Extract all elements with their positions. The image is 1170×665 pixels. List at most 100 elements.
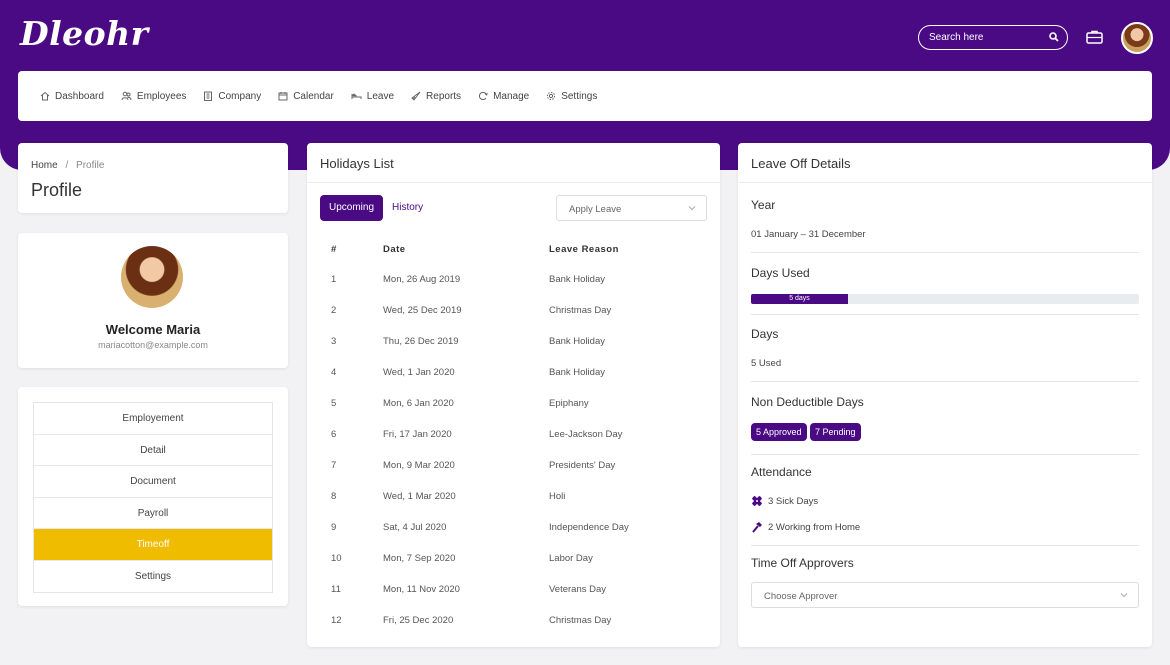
non-deductible-label: Non Deductible Days [751,395,864,409]
holidays-card: Holidays List Upcoming History Apply Lea… [307,143,720,647]
tab-upcoming[interactable]: Upcoming [320,195,383,221]
pending-badge[interactable]: 7 Pending [810,423,861,441]
chevron-down-icon [688,206,696,211]
table-cell-reason: Christmas Day [549,615,612,626]
main-nav: Dashboard Employees Company Calendar Lea… [18,71,1152,121]
table-cell-reason: Veterans Day [549,584,607,595]
nav-item-label: Calendar [293,90,334,102]
days-used-label: Days Used [751,266,810,280]
table-cell-date: Mon, 11 Nov 2020 [383,584,460,595]
days-used-bar: 5 days [751,294,848,304]
refresh-icon [479,91,488,101]
days-label: Days [751,327,779,341]
breadcrumb-current: Profile [76,160,105,171]
table-cell-date: Fri, 17 Jan 2020 [383,429,452,440]
page-title: Profile [31,180,83,200]
column-header-reason: Leave Reason [549,244,619,255]
nav-item-manage[interactable]: Manage [478,91,529,102]
holidays-title: Holidays List [307,143,720,183]
users-icon [121,91,132,101]
table-cell-reason: Epiphany [549,398,589,409]
nav-item-settings[interactable]: Settings [546,91,597,102]
apply-leave-select[interactable]: Apply Leave [556,195,707,221]
menu-item-detail[interactable]: Detail [34,435,272,466]
nav-item-label: Dashboard [55,90,104,102]
table-cell-date: Thu, 26 Dec 2019 [383,336,459,347]
table-cell-reason: Labor Day [549,553,593,564]
leave-details-card: Leave Off Details Year 01 January – 31 D… [738,143,1152,647]
table-cell-date: Sat, 4 Jul 2020 [383,522,447,533]
nav-item-employees[interactable]: Employees [121,91,186,102]
building-icon [204,91,213,101]
app-logo[interactable]: Dleohr [20,14,149,53]
table-cell-date: Fri, 25 Dec 2020 [383,615,454,626]
table-cell-date: Mon, 7 Sep 2020 [383,553,456,564]
table-cell-num: 3 [331,336,337,347]
search-input[interactable]: Search here [918,25,1068,50]
table-cell-num: 2 [331,305,337,316]
nav-item-label: Settings [561,90,598,102]
bed-icon [351,93,362,99]
breadcrumb-separator: / [65,160,69,171]
sick-days-row: 3 Sick Days [751,495,818,507]
nav-item-dashboard[interactable]: Dashboard [40,91,104,102]
table-cell-date: Mon, 9 Mar 2020 [383,460,455,471]
table-cell-num: 9 [331,522,337,533]
nav-item-label: Leave [366,90,395,102]
table-cell-num: 5 [331,398,337,409]
approved-badge[interactable]: 5 Approved [751,423,807,441]
column-header-date: Date [383,244,406,255]
nav-item-calendar[interactable]: Calendar [278,91,334,102]
divider [751,454,1139,455]
divider [751,252,1139,253]
table-cell-date: Wed, 1 Mar 2020 [383,491,456,502]
table-cell-reason: Bank Holiday [549,274,605,285]
table-cell-num: 4 [331,367,337,378]
leave-title: Leave Off Details [738,143,1152,183]
days-value: 5 Used [751,358,782,369]
table-cell-reason: Holi [549,491,566,502]
briefcase-icon[interactable] [1086,30,1103,47]
attendance-label: Attendance [751,465,812,479]
table-cell-num: 8 [331,491,337,502]
menu-item-settings[interactable]: Settings [34,561,272,593]
table-cell-date: Mon, 26 Aug 2019 [383,274,461,285]
rocket-icon [411,91,421,101]
profile-menu-card: Employement Detail Document Payroll Time… [18,387,288,606]
search-icon[interactable] [1049,32,1059,45]
apply-leave-label: Apply Leave [569,204,622,215]
chevron-down-icon [1120,593,1128,598]
user-avatar[interactable] [1121,22,1153,54]
table-cell-date: Wed, 25 Dec 2019 [383,305,462,316]
table-cell-reason: Lee-Jackson Day [549,429,623,440]
nav-item-label: Employees [136,90,187,102]
calendar-icon [278,92,288,101]
menu-item-employement[interactable]: Employement [34,403,272,435]
nav-item-reports[interactable]: Reports [411,91,461,102]
nav-item-label: Manage [493,90,530,102]
nav-item-company[interactable]: Company [203,91,261,102]
table-cell-num: 1 [331,274,337,285]
breadcrumb-home[interactable]: Home [31,160,58,171]
approver-select[interactable]: Choose Approver [751,582,1139,608]
working-home-row: 2 Working from Home [751,521,860,533]
table-cell-date: Wed, 1 Jan 2020 [383,367,455,378]
sick-days-text: 3 Sick Days [768,495,819,507]
table-cell-num: 11 [331,584,341,595]
nav-item-label: Reports [426,90,462,102]
menu-item-timeoff[interactable]: Timeoff [34,529,272,561]
tab-history[interactable]: History [392,195,423,221]
days-used-progress: 5 days [751,294,1139,304]
menu-item-payroll[interactable]: Payroll [34,498,272,529]
breadcrumb-card: Home / Profile Profile [18,143,288,213]
year-label: Year [751,198,776,212]
table-cell-reason: Bank Holiday [549,367,605,378]
menu-item-document[interactable]: Document [34,466,272,498]
table-cell-reason: Independence Day [549,522,629,533]
profile-menu: Employement Detail Document Payroll Time… [33,402,273,593]
nav-item-leave[interactable]: Leave [351,91,394,102]
table-cell-reason: Bank Holiday [549,336,605,347]
bandage-icon [752,496,762,506]
table-cell-num: 7 [331,460,337,471]
welcome-text: Welcome Maria [105,322,201,337]
